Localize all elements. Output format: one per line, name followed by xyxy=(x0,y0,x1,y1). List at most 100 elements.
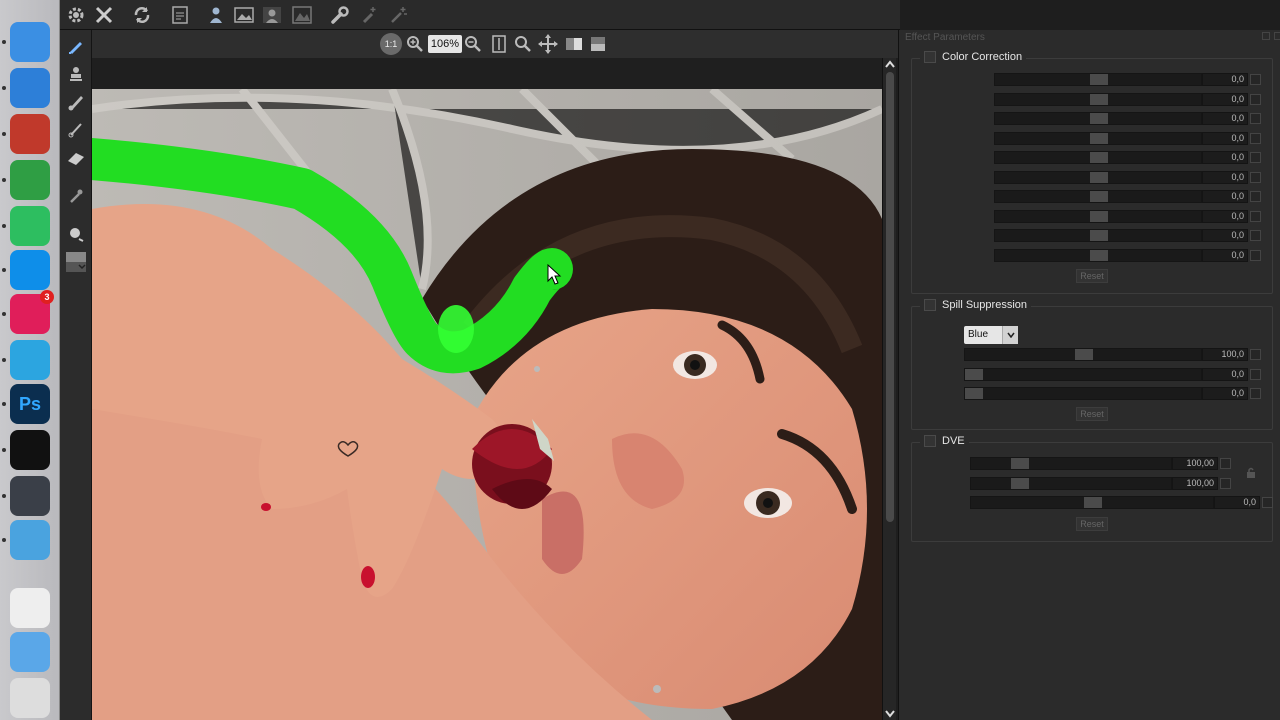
slider-handle[interactable] xyxy=(1090,152,1108,163)
slider-handle[interactable] xyxy=(1011,477,1029,489)
dropper-tool-icon[interactable] xyxy=(64,184,88,208)
slider-handle[interactable] xyxy=(1075,349,1093,360)
color-correction-value-field[interactable]: 0,0 xyxy=(1202,190,1248,203)
spill-color-select[interactable]: Blue xyxy=(964,326,1018,344)
slider-handle[interactable] xyxy=(965,388,983,399)
color-correction-slider[interactable] xyxy=(994,209,1202,223)
slider-handle[interactable] xyxy=(1090,171,1108,183)
color-correction-slider[interactable] xyxy=(994,170,1202,184)
pan-move-icon[interactable] xyxy=(537,33,559,55)
color-correction-value-field[interactable]: 0,0 xyxy=(1202,229,1248,242)
eraser-tool-icon[interactable] xyxy=(64,146,88,170)
color-correction-slider[interactable] xyxy=(994,229,1202,242)
actual-size-button[interactable]: 1:1 xyxy=(380,33,402,55)
keyframe-button[interactable] xyxy=(1250,349,1261,360)
dve-checkbox[interactable] xyxy=(924,435,936,447)
slider-handle[interactable] xyxy=(1090,191,1108,202)
slider-handle[interactable] xyxy=(1090,230,1108,241)
color-correction-slider[interactable] xyxy=(994,190,1202,203)
color-correction-value-field[interactable]: 0,0 xyxy=(1202,73,1248,86)
color-correction-slider[interactable] xyxy=(994,248,1202,262)
brush-tool-icon[interactable] xyxy=(64,90,88,114)
portrait-photo[interactable] xyxy=(92,89,882,720)
fine-brush-tool-icon[interactable] xyxy=(64,118,88,142)
keyframe-button[interactable] xyxy=(1250,113,1261,124)
safari-icon[interactable] xyxy=(10,68,50,108)
color-correction-slider[interactable] xyxy=(994,92,1202,106)
keyframe-button[interactable] xyxy=(1250,210,1261,222)
keyframe-button[interactable] xyxy=(1250,93,1261,105)
keyframe-button[interactable] xyxy=(1250,191,1261,202)
import-document-icon[interactable] xyxy=(168,3,192,27)
fit-height-icon[interactable] xyxy=(488,33,510,55)
color-correction-value-field[interactable]: 0,0 xyxy=(1202,131,1248,145)
keyframe-button[interactable] xyxy=(1250,368,1261,380)
spill-suppression-slider[interactable] xyxy=(964,348,1202,361)
dve-value-field[interactable]: 100,00 xyxy=(1172,457,1218,470)
keyframe-button[interactable] xyxy=(1262,497,1273,508)
keyframe-button[interactable] xyxy=(1220,477,1231,489)
aspect-lock-icon[interactable] xyxy=(1246,467,1256,479)
slider-handle[interactable] xyxy=(1090,132,1108,144)
magic-wrench-icon[interactable] xyxy=(358,3,382,27)
dve-value-field[interactable]: 0,0 xyxy=(1214,496,1260,509)
color-correction-slider[interactable] xyxy=(994,73,1202,86)
dve-value-field[interactable]: 100,00 xyxy=(1172,476,1218,490)
terminal-icon[interactable] xyxy=(10,430,50,470)
spill-suppression-value-field[interactable]: 100,0 xyxy=(1202,348,1248,361)
photo-booth-icon[interactable] xyxy=(10,114,50,154)
finder-icon[interactable] xyxy=(10,22,50,62)
slider-handle[interactable] xyxy=(1090,93,1108,105)
fill-tool-icon[interactable] xyxy=(64,222,88,246)
color-correction-checkbox[interactable] xyxy=(924,51,936,63)
chrome-icon[interactable] xyxy=(10,160,50,200)
scroll-down-icon[interactable] xyxy=(885,710,895,718)
canvas-area[interactable] xyxy=(92,58,882,720)
zoom-level-field[interactable]: 106% xyxy=(428,35,462,53)
slack-icon[interactable]: 3 xyxy=(10,290,54,334)
keyframe-button[interactable] xyxy=(1220,458,1231,469)
color-swatch-icon[interactable] xyxy=(64,250,88,274)
zoom-out-icon[interactable] xyxy=(462,33,484,55)
spill-suppression-slider[interactable] xyxy=(964,367,1202,381)
portrait-icon[interactable] xyxy=(260,3,284,27)
dve-reset-button[interactable]: Reset xyxy=(1076,517,1108,531)
spill-suppression-slider[interactable] xyxy=(964,387,1202,400)
magic-wand-icon[interactable] xyxy=(386,3,410,27)
zoom-in-icon[interactable] xyxy=(404,33,426,55)
slider-handle[interactable] xyxy=(1011,458,1029,469)
color-correction-slider[interactable] xyxy=(994,151,1202,164)
telegram-icon[interactable] xyxy=(10,340,50,380)
spill-suppression-reset-button[interactable]: Reset xyxy=(1076,407,1108,421)
compare-view-icon[interactable] xyxy=(563,33,585,55)
scrollbar-thumb[interactable] xyxy=(886,72,894,522)
keyframe-button[interactable] xyxy=(1250,152,1261,163)
person-mask-icon[interactable] xyxy=(204,3,228,27)
mask-view-icon[interactable] xyxy=(587,33,609,55)
teamviewer-icon[interactable] xyxy=(10,250,50,290)
dve-slider[interactable] xyxy=(970,496,1214,509)
spill-suppression-value-field[interactable]: 0,0 xyxy=(1202,387,1248,400)
color-correction-value-field[interactable]: 0,0 xyxy=(1202,151,1248,164)
document-icon[interactable] xyxy=(10,588,50,628)
keyframe-button[interactable] xyxy=(1250,249,1261,261)
quicktime-icon[interactable] xyxy=(10,476,50,516)
folder-icon[interactable] xyxy=(10,632,50,672)
testflight-icon[interactable] xyxy=(10,520,50,560)
settings-gear-icon[interactable] xyxy=(64,3,88,27)
wrench-icon[interactable] xyxy=(328,3,352,27)
refresh-icon[interactable] xyxy=(130,3,154,27)
color-correction-value-field[interactable]: 0,0 xyxy=(1202,209,1248,223)
trash-icon[interactable] xyxy=(10,678,50,718)
color-correction-value-field[interactable]: 0,0 xyxy=(1202,170,1248,184)
scroll-up-icon[interactable] xyxy=(885,60,895,68)
background-image-icon[interactable] xyxy=(290,3,314,27)
pen-tool-icon[interactable] xyxy=(64,34,88,58)
keyframe-button[interactable] xyxy=(1250,230,1261,241)
slider-handle[interactable] xyxy=(1090,74,1108,85)
photoshop-icon[interactable]: Ps xyxy=(10,384,50,424)
color-correction-value-field[interactable]: 0,0 xyxy=(1202,92,1248,106)
slider-handle[interactable] xyxy=(965,368,983,380)
close-icon[interactable] xyxy=(92,3,116,27)
slider-handle[interactable] xyxy=(1084,497,1102,508)
